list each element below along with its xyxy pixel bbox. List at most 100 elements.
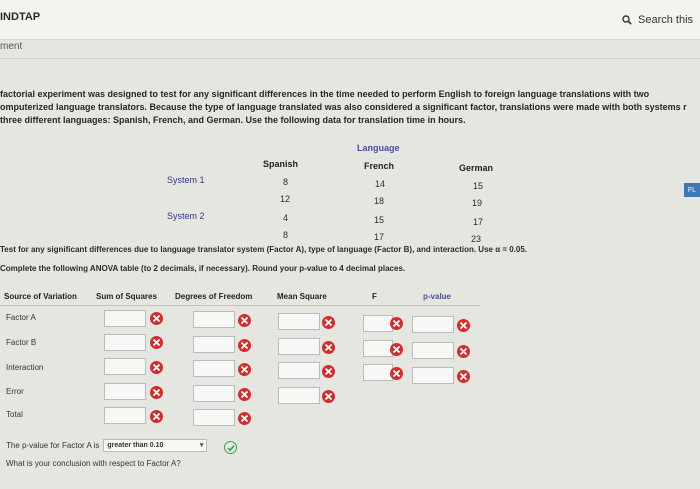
f-interaction-field[interactable] xyxy=(364,368,392,383)
df-factor-b-input[interactable] xyxy=(193,336,235,355)
pvalue-dropdown-value: greater than 0.10 xyxy=(107,442,164,449)
ms-interaction-field[interactable] xyxy=(279,366,319,381)
ss-factor-a-field[interactable] xyxy=(105,314,145,329)
data-table: Language Spanish French German System 1 … xyxy=(0,0,700,270)
search-button[interactable]: Search this xyxy=(622,14,693,26)
header-ss: Sum of Squares xyxy=(96,292,157,301)
brand-title: INDTAP xyxy=(0,11,41,23)
df-interaction-input[interactable] xyxy=(193,360,235,379)
pvalue-dropdown[interactable]: greater than 0.10 ▾ xyxy=(103,439,208,452)
data-cell: 8 xyxy=(283,177,289,187)
row-label-interaction: Interaction xyxy=(6,363,44,372)
incorrect-icon xyxy=(390,367,403,380)
p-factor-b-input[interactable] xyxy=(412,342,454,361)
df-error-field[interactable] xyxy=(194,389,234,404)
header-ms: Mean Square xyxy=(277,292,327,301)
incorrect-icon xyxy=(457,319,470,332)
row-label-system-2: System 2 xyxy=(167,211,205,221)
incorrect-icon xyxy=(322,341,335,354)
ss-total-input[interactable] xyxy=(104,407,146,426)
question-factor-a-pvalue: The p-value for Factor A is greater than… xyxy=(6,439,208,452)
row-label-error: Error xyxy=(6,387,24,396)
p-interaction-input[interactable] xyxy=(412,367,454,386)
f-interaction-input[interactable] xyxy=(363,364,393,383)
df-factor-b-field[interactable] xyxy=(194,340,234,355)
ms-factor-a-input[interactable] xyxy=(278,313,320,332)
incorrect-icon xyxy=(238,412,251,425)
instruction-line-2: Complete the following ANOVA table (to 2… xyxy=(0,264,406,273)
incorrect-icon xyxy=(238,388,251,401)
divider xyxy=(0,58,700,59)
ms-error-input[interactable] xyxy=(278,387,320,406)
ss-error-input[interactable] xyxy=(104,383,146,402)
ms-error-field[interactable] xyxy=(279,391,319,406)
p-interaction-field[interactable] xyxy=(413,371,453,386)
df-total-input[interactable] xyxy=(193,409,235,428)
ss-factor-b-input[interactable] xyxy=(104,334,146,353)
incorrect-icon xyxy=(238,363,251,376)
data-cell: 14 xyxy=(375,179,386,189)
row-label-total: Total xyxy=(6,410,23,419)
header-rule xyxy=(0,305,480,306)
section-label: ment xyxy=(0,41,23,52)
search-label: Search this xyxy=(638,14,694,26)
data-cell: 4 xyxy=(283,213,289,223)
row-label-factor-a: Factor A xyxy=(6,313,36,322)
df-interaction-field[interactable] xyxy=(194,364,234,379)
f-factor-a-input[interactable] xyxy=(363,315,393,334)
incorrect-icon xyxy=(150,361,163,374)
data-cell: 17 xyxy=(374,232,385,242)
p-factor-a-input[interactable] xyxy=(412,316,454,335)
problem-text: factorial experiment was designed to tes… xyxy=(0,89,687,125)
conclusion-answer-area[interactable] xyxy=(6,478,146,489)
ss-total-field[interactable] xyxy=(105,411,145,426)
data-cell: 15 xyxy=(374,215,385,225)
instruction-line-1: Test for any significant differences due… xyxy=(0,245,528,254)
row-label-factor-b: Factor B xyxy=(6,338,37,347)
ss-factor-b-field[interactable] xyxy=(105,338,145,353)
ms-factor-b-field[interactable] xyxy=(279,342,319,357)
df-error-input[interactable] xyxy=(193,385,235,404)
df-factor-a-field[interactable] xyxy=(194,315,234,330)
ms-factor-a-field[interactable] xyxy=(279,317,319,332)
top-bar: INDTAP Search this xyxy=(0,0,700,40)
language-header: Language xyxy=(357,143,400,153)
f-factor-b-field[interactable] xyxy=(364,344,392,359)
data-cell: 18 xyxy=(374,196,385,206)
incorrect-icon xyxy=(390,317,403,330)
incorrect-icon xyxy=(322,390,335,403)
header-f: F xyxy=(372,292,377,301)
incorrect-icon xyxy=(390,343,403,356)
ms-interaction-input[interactable] xyxy=(278,362,320,381)
df-factor-a-input[interactable] xyxy=(193,311,235,330)
ss-interaction-input[interactable] xyxy=(104,358,146,377)
incorrect-icon xyxy=(322,365,335,378)
ss-factor-a-input[interactable] xyxy=(104,310,146,329)
col-header-spanish: Spanish xyxy=(263,159,299,169)
f-factor-b-input[interactable] xyxy=(363,340,393,359)
correct-check-icon xyxy=(224,441,237,454)
data-cell: 12 xyxy=(280,194,291,204)
f-factor-a-field[interactable] xyxy=(364,319,392,334)
data-cell: 17 xyxy=(473,217,484,227)
side-tab[interactable]: FL xyxy=(684,183,700,197)
row-label-system-1: System 1 xyxy=(167,175,205,185)
ss-interaction-field[interactable] xyxy=(105,362,145,377)
header-df: Degrees of Freedom xyxy=(175,292,253,301)
incorrect-icon xyxy=(457,345,470,358)
p-factor-a-field[interactable] xyxy=(413,320,453,335)
col-header-french: French xyxy=(364,161,395,171)
question-conclusion-factor-a: What is your conclusion with respect to … xyxy=(6,459,181,468)
data-cell: 23 xyxy=(471,234,482,244)
chevron-down-icon: ▾ xyxy=(199,442,204,449)
ms-factor-b-input[interactable] xyxy=(278,338,320,357)
incorrect-icon xyxy=(457,370,470,383)
df-total-field[interactable] xyxy=(194,413,234,428)
header-p-value: p-value xyxy=(423,292,452,301)
header-source: Source of Variation xyxy=(4,292,77,301)
p-factor-b-field[interactable] xyxy=(413,346,453,361)
data-cell: 15 xyxy=(473,181,484,191)
ss-error-field[interactable] xyxy=(105,387,145,402)
col-header-german: German xyxy=(459,163,494,173)
incorrect-icon xyxy=(150,336,163,349)
